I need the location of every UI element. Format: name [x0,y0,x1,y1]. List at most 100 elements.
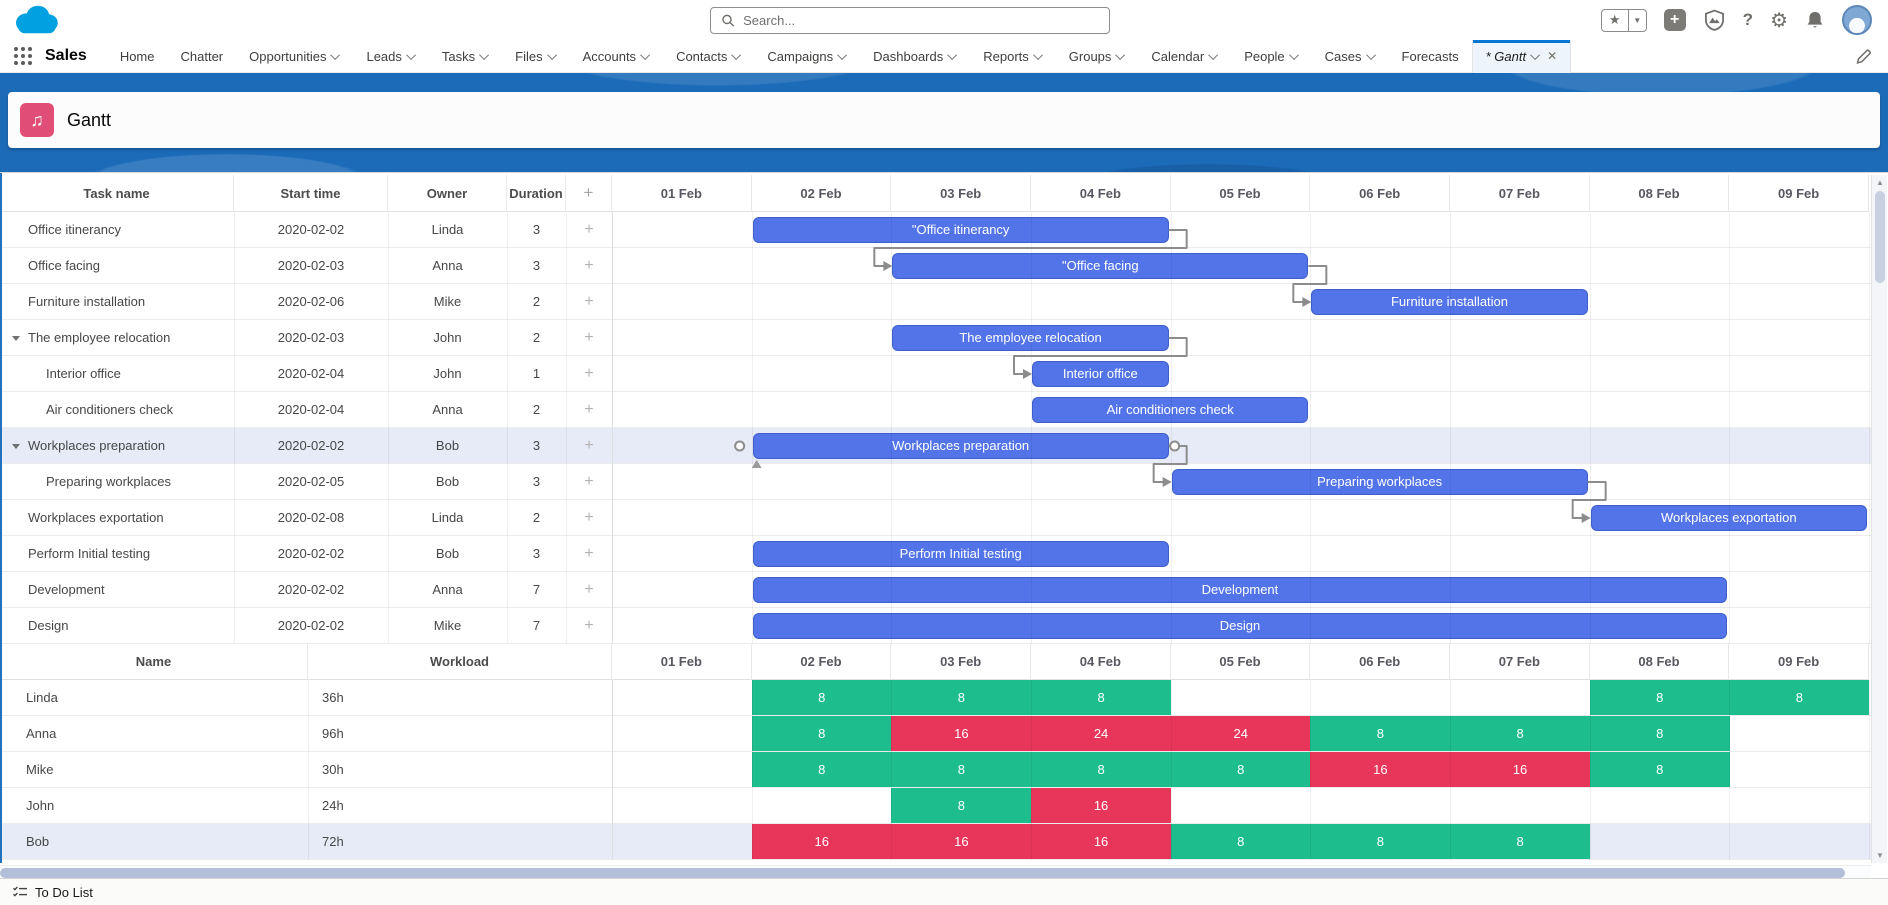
chevron-down-icon[interactable] [1208,50,1218,60]
timeline-gridline [891,212,892,644]
vertical-scrollbar[interactable]: ▲ ▼ [1871,175,1887,863]
nav-tab[interactable]: Home [107,40,168,73]
chevron-down-icon[interactable] [406,50,416,60]
nav-tab[interactable]: Tasks [429,40,502,73]
horizontal-scrollbar[interactable] [0,865,1871,879]
add-task-button[interactable]: + [566,608,612,643]
task-bar[interactable]: Workplaces preparation [753,433,1169,459]
nav-tab[interactable]: Groups [1056,40,1139,73]
timescale-cell: 07 Feb [1450,644,1590,680]
add-task-button[interactable]: + [566,500,612,535]
nav-tab-label: Tasks [442,49,475,64]
favorites-button[interactable]: ★ ▼ [1601,9,1647,32]
task-start-cell: 2020-02-02 [234,608,388,643]
chevron-down-icon[interactable] [837,50,847,60]
favorites-star-icon[interactable]: ★ [1602,10,1628,31]
timescale-cell: 07 Feb [1450,175,1590,212]
nav-tab[interactable]: Reports [970,40,1056,73]
search-input[interactable] [743,13,1099,28]
task-bar[interactable]: Design [753,613,1728,639]
nav-tab[interactable]: Opportunities [236,40,353,73]
favorites-caret-icon[interactable]: ▼ [1628,10,1646,31]
add-task-button[interactable]: + [566,536,612,571]
resource-workload-cell: 36h [308,680,612,715]
timeline-gridline [752,680,753,860]
horizontal-scrollbar-thumb[interactable] [0,868,1845,878]
chevron-down-icon[interactable] [947,50,957,60]
add-column-button[interactable]: + [566,175,612,212]
nav-tab[interactable]: Dashboards [860,40,970,73]
todo-list-label: To Do List [35,885,93,900]
notifications-bell-icon[interactable] [1805,10,1825,31]
chevron-down-icon[interactable] [1366,50,1376,60]
nav-tab[interactable]: Chatter [168,40,237,73]
guidance-shield-icon[interactable] [1703,9,1726,32]
chevron-down-icon[interactable] [331,50,341,60]
nav-tab[interactable]: Files [502,40,569,73]
workload-day-cell: 8 [752,752,892,787]
task-duration-cell: 3 [507,212,566,247]
task-duration-cell: 2 [507,320,566,355]
nav-tab[interactable]: Accounts [570,40,663,73]
user-avatar[interactable] [1842,5,1872,35]
task-start-cell: 2020-02-02 [234,572,388,607]
nav-tab-label: Contacts [676,49,727,64]
nav-tab[interactable]: Leads [353,40,428,73]
task-bar[interactable]: "Office itinerancy [753,217,1169,243]
add-task-button[interactable]: + [566,572,612,607]
chevron-down-icon[interactable] [1033,50,1043,60]
chevron-down-icon[interactable] [547,50,557,60]
task-duration-cell: 3 [507,464,566,499]
nav-tab[interactable]: Forecasts [1389,40,1472,73]
grid-header-cell: Duration [507,175,566,212]
timeline-gridline [1729,212,1730,644]
task-owner-cell: Mike [388,284,507,319]
add-task-button[interactable]: + [566,248,612,283]
global-search[interactable] [710,7,1110,34]
chevron-down-icon[interactable] [479,50,489,60]
task-name-cell: Design [0,608,234,643]
timescale-cell: 05 Feb [1171,644,1311,680]
task-bar[interactable]: Preparing workplaces [1172,469,1588,495]
nav-tab[interactable]: Cases [1312,40,1389,73]
todo-list-utility-button[interactable]: To Do List [0,879,105,905]
nav-tab-label: Cases [1325,49,1362,64]
task-duration-cell: 3 [507,248,566,283]
add-task-button[interactable]: + [566,428,612,463]
add-task-button[interactable]: + [566,320,612,355]
chevron-down-icon[interactable] [732,50,742,60]
nav-tab[interactable]: Contacts [663,40,754,73]
chevron-down-icon[interactable] [640,50,650,60]
task-bar[interactable]: Perform Initial testing [753,541,1169,567]
add-task-button[interactable]: + [566,464,612,499]
app-launcher-icon[interactable] [14,47,32,65]
nav-tab[interactable]: * Gantt✕ [1472,40,1572,73]
chevron-down-icon[interactable] [1289,50,1299,60]
workload-day-cell: 8 [891,788,1031,823]
add-task-button[interactable]: + [566,392,612,427]
utility-bar: To Do List [0,878,1888,905]
task-bar[interactable]: Development [753,577,1728,603]
global-actions-plus-icon[interactable]: + [1664,9,1686,31]
chevron-down-icon[interactable] [1530,50,1540,60]
nav-tab[interactable]: Campaigns [754,40,860,73]
task-start-cell: 2020-02-02 [234,536,388,571]
nav-tab[interactable]: Calendar [1138,40,1231,73]
nav-tab[interactable]: People [1231,40,1311,73]
close-tab-icon[interactable]: ✕ [1547,49,1557,63]
edit-nav-pencil-icon[interactable] [1855,48,1872,65]
add-task-button[interactable]: + [566,212,612,247]
workload-day-cell: 16 [1031,788,1171,823]
help-icon[interactable]: ? [1743,10,1753,30]
scroll-down-arrow[interactable]: ▼ [1872,851,1888,860]
add-task-button[interactable]: + [566,356,612,391]
vertical-scrollbar-thumb[interactable] [1875,191,1885,283]
task-bar[interactable]: "Office facing [892,253,1308,279]
task-bar[interactable]: Interior office [1032,361,1169,387]
setup-gear-icon[interactable]: ⚙ [1770,8,1788,33]
scroll-up-arrow[interactable]: ▲ [1872,178,1888,187]
task-duration-cell: 2 [507,500,566,535]
timeline-gridline [1310,212,1311,644]
add-task-button[interactable]: + [566,284,612,319]
chevron-down-icon[interactable] [1116,50,1126,60]
